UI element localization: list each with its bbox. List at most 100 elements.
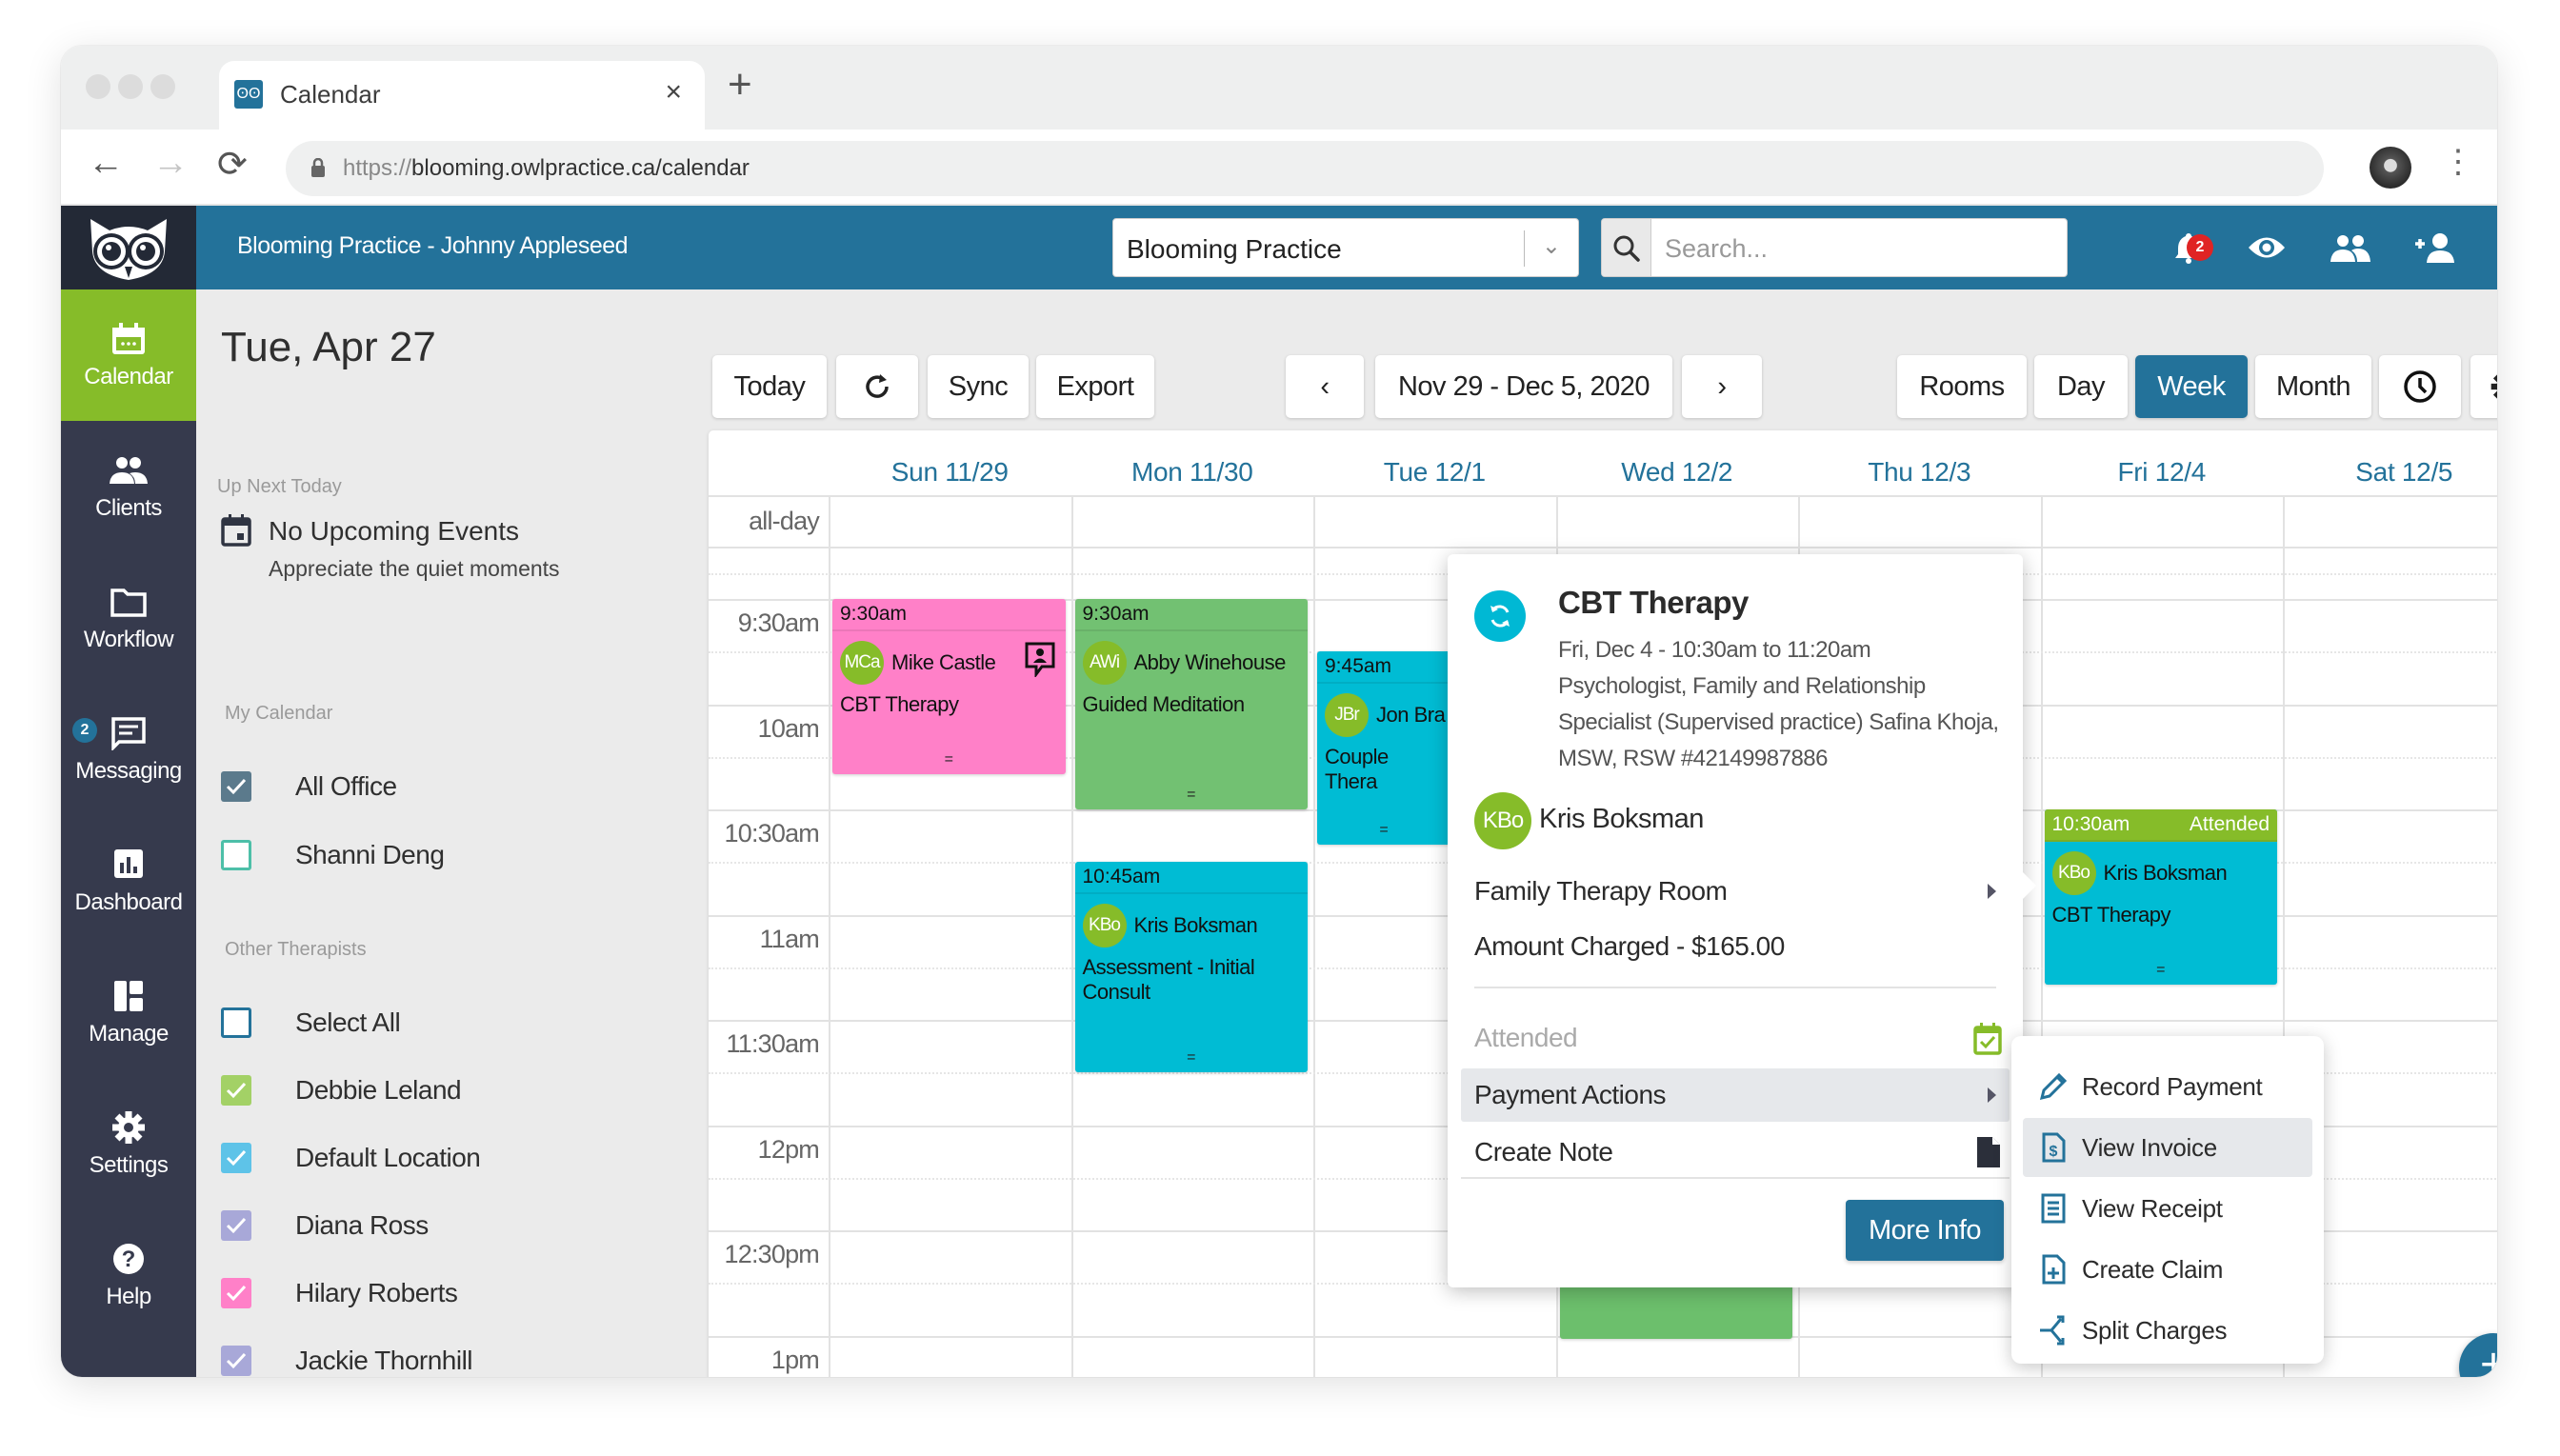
search-icon[interactable]: [1602, 219, 1651, 276]
left-navigation: Calendar Clients Workflow 2 Messaging Da…: [61, 289, 196, 1377]
resize-handle[interactable]: =: [832, 751, 1066, 768]
video-session-icon: [1024, 641, 1056, 679]
add-person-icon[interactable]: [2413, 227, 2455, 269]
sync-button[interactable]: Sync: [928, 355, 1029, 418]
event-therapist: Psychologist, Family and Relationship Sp…: [1558, 673, 1999, 771]
menu-item-record-payment[interactable]: Record Payment: [2023, 1057, 2312, 1116]
checkbox-checked[interactable]: [221, 1143, 251, 1173]
day-header[interactable]: Sat 12/5: [2283, 457, 2497, 488]
nav-label: Calendar: [84, 364, 173, 389]
event-title: CBT Therapy: [1558, 585, 1749, 620]
more-vertical-icon[interactable]: [2495, 227, 2497, 269]
prev-week-button[interactable]: ‹: [1286, 355, 1364, 418]
calendar-check-icon[interactable]: [1973, 1023, 2002, 1055]
address-bar[interactable]: https://blooming.owlpractice.ca/calendar: [286, 141, 2324, 196]
menu-item-create-claim[interactable]: Create Claim: [2023, 1240, 2312, 1299]
tab-title: Calendar: [280, 80, 381, 109]
resize-handle[interactable]: =: [1075, 787, 1309, 804]
week-view-button[interactable]: Week: [2135, 355, 2248, 418]
checkbox-checked[interactable]: [221, 1210, 251, 1241]
day-header[interactable]: Mon 11/30: [1071, 457, 1314, 488]
event-time: 10:45am: [1074, 862, 1308, 895]
eye-icon[interactable]: [2246, 227, 2288, 269]
profile-avatar[interactable]: [2370, 147, 2411, 189]
forward-arrow-icon[interactable]: →: [152, 143, 189, 184]
search-input[interactable]: [1651, 219, 2067, 276]
checkbox-checked[interactable]: [221, 1346, 251, 1376]
browser-tab[interactable]: ʘʘ Calendar ×: [219, 61, 705, 130]
group-icon[interactable]: [2330, 227, 2371, 269]
checkbox-checked[interactable]: [221, 771, 251, 802]
notification-badge: 2: [2187, 234, 2213, 261]
popover-arrow: [2021, 870, 2036, 901]
calendar-event[interactable]: 10:30am Attended KBo Kris Boksman CBT Therap…: [2044, 809, 2278, 986]
search-box: [1601, 218, 2068, 277]
calendar-event[interactable]: 9:45am JBr Jon Bra Couple Thera =: [1317, 651, 1450, 845]
payment-actions-row[interactable]: Payment Actions: [1461, 1068, 2010, 1122]
calendar-event[interactable]: 10:45am KBo Kris Boksman Assessment - Initi…: [1074, 862, 1309, 1073]
tab-close-icon[interactable]: ×: [665, 76, 682, 109]
browser-menu-icon[interactable]: ⋮: [2442, 143, 2474, 181]
client-name: Kris Boksman: [1133, 913, 1258, 938]
practice-select[interactable]: Blooming Practice ⌄: [1112, 218, 1579, 277]
invoice-icon: $: [2042, 1132, 2066, 1163]
lock-icon: [311, 158, 325, 177]
day-header[interactable]: Thu 12/3: [1798, 457, 2041, 488]
time-label: 1pm: [770, 1345, 820, 1374]
more-info-button[interactable]: More Info: [1846, 1200, 2004, 1261]
nav-item-calendar[interactable]: Calendar: [61, 289, 196, 421]
calendar-settings-button[interactable]: [2470, 355, 2497, 418]
resize-handle[interactable]: =: [1317, 822, 1450, 839]
calendar-event[interactable]: 9:30am MCa Mike Castle CBT Therapy =: [832, 599, 1066, 775]
export-button[interactable]: Export: [1036, 355, 1154, 418]
nav-item-settings[interactable]: Settings: [61, 1078, 196, 1209]
nav-item-messaging[interactable]: 2 Messaging: [61, 684, 196, 815]
receipt-icon: [2041, 1193, 2066, 1224]
window-zoom-dot[interactable]: [150, 74, 175, 99]
nav-item-help[interactable]: ? Help: [61, 1209, 196, 1341]
grid-line: [829, 495, 830, 1377]
menu-item-view-invoice[interactable]: $ View Invoice: [2023, 1118, 2312, 1177]
refresh-button[interactable]: [836, 355, 918, 418]
month-view-button[interactable]: Month: [2255, 355, 2371, 418]
window-minimize-dot[interactable]: [118, 74, 143, 99]
checkbox-checked[interactable]: [221, 1075, 251, 1106]
create-note-row[interactable]: Create Note: [1461, 1126, 2010, 1179]
payment-actions-label: Payment Actions: [1474, 1080, 1667, 1109]
nav-item-workflow[interactable]: Workflow: [61, 552, 196, 684]
client-name[interactable]: Kris Boksman: [1539, 804, 1704, 835]
next-week-button[interactable]: ›: [1682, 355, 1762, 418]
day-header[interactable]: Tue 12/1: [1313, 457, 1556, 488]
menu-item-view-receipt[interactable]: View Receipt: [2023, 1179, 2312, 1238]
reload-icon[interactable]: ⟳: [217, 143, 248, 186]
room-row[interactable]: Family Therapy Room: [1461, 865, 2010, 918]
today-button[interactable]: Today: [712, 355, 827, 418]
checkbox-unchecked[interactable]: [221, 1007, 251, 1038]
grid-line: [709, 495, 2497, 497]
window-close-dot[interactable]: [86, 74, 110, 99]
back-arrow-icon[interactable]: ←: [88, 143, 124, 184]
menu-item-split-charges[interactable]: Split Charges: [2023, 1301, 2312, 1360]
nav-label: Messaging: [75, 758, 182, 784]
day-view-button[interactable]: Day: [2034, 355, 2128, 418]
day-header[interactable]: Wed 12/2: [1556, 457, 1799, 488]
day-header[interactable]: Fri 12/4: [2041, 457, 2284, 488]
nav-item-dashboard[interactable]: Dashboard: [61, 815, 196, 947]
resize-handle[interactable]: =: [1075, 1049, 1309, 1067]
resize-handle[interactable]: =: [2045, 962, 2278, 979]
calendar-event[interactable]: 9:30am AWi Abby Winehouse Guided Meditation…: [1074, 599, 1309, 809]
day-header[interactable]: Sun 11/29: [829, 457, 1071, 488]
clock-button[interactable]: [2379, 355, 2461, 418]
owl-logo-icon[interactable]: [61, 206, 196, 289]
checkbox-checked[interactable]: [221, 1278, 251, 1308]
new-tab-icon[interactable]: +: [728, 61, 752, 109]
date-range-button[interactable]: Nov 29 - Dec 5, 2020: [1375, 355, 1672, 418]
rooms-view-button[interactable]: Rooms: [1897, 355, 2027, 418]
nav-item-manage[interactable]: Manage: [61, 947, 196, 1078]
checkbox-label: Select All: [295, 1007, 401, 1037]
nav-item-clients[interactable]: Clients: [61, 421, 196, 552]
attended-row[interactable]: Attended: [1461, 1011, 2010, 1065]
checkbox-unchecked[interactable]: [221, 840, 251, 870]
time-label: 11am: [759, 924, 820, 953]
bell-icon[interactable]: 2: [2168, 227, 2213, 269]
